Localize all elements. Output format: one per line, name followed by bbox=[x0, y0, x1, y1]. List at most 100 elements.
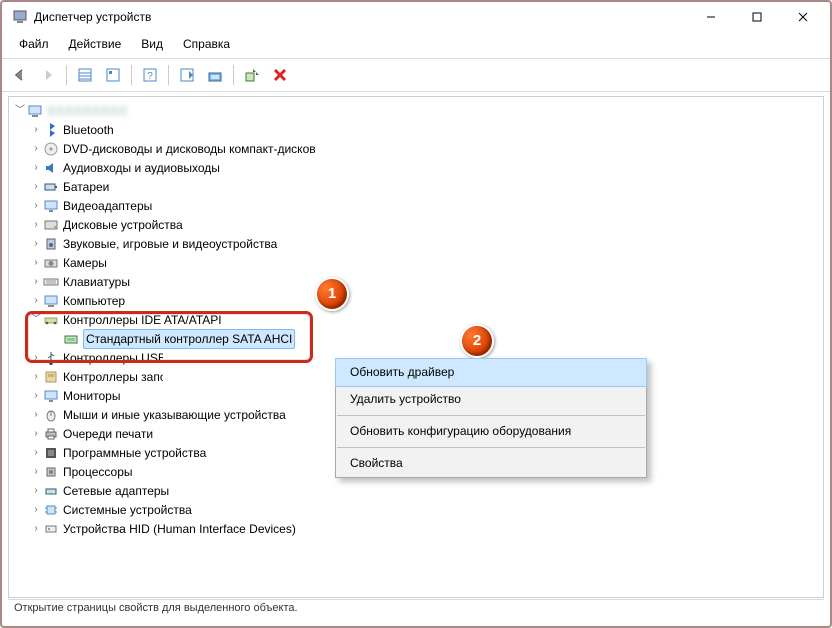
chevron-right-icon[interactable]: › bbox=[29, 444, 43, 462]
tree-item-label: Аудиовходы и аудиовыходы bbox=[63, 159, 220, 177]
tree-item-label: Мониторы bbox=[63, 387, 120, 405]
chevron-right-icon[interactable]: › bbox=[29, 387, 43, 405]
tree-item-label: Устройства HID (Human Interface Devices) bbox=[63, 520, 296, 538]
chevron-right-icon[interactable]: › bbox=[29, 197, 43, 215]
chevron-right-icon[interactable]: › bbox=[29, 520, 43, 538]
disc-icon bbox=[43, 141, 59, 157]
tree-item-label-selected: Стандартный контроллер SATA AHCI bbox=[83, 329, 295, 349]
device-tree[interactable]: ﹀ XXXXXXXXX ›Bluetooth›DVD-дисководы и д… bbox=[9, 97, 823, 542]
tree-item-sata-ahci[interactable]: Стандартный контроллер SATA AHCI bbox=[13, 329, 821, 348]
chevron-right-icon[interactable]: › bbox=[29, 368, 43, 386]
chevron-right-icon[interactable]: › bbox=[29, 501, 43, 519]
tree-item[interactable]: › Устройства HID (Human Interface Devices… bbox=[13, 519, 821, 538]
maximize-button[interactable] bbox=[734, 3, 780, 31]
tree-item-label: Камеры bbox=[63, 254, 107, 272]
battery-icon bbox=[43, 179, 59, 195]
tree-item-label: Мыши и иные указывающие устройства bbox=[63, 406, 286, 424]
monitor-icon bbox=[43, 388, 59, 404]
context-menu-remove-device[interactable]: Удалить устройство bbox=[336, 386, 646, 413]
tree-item-label: Сетевые адаптеры bbox=[63, 482, 169, 500]
tree-root[interactable]: ﹀ XXXXXXXXX bbox=[13, 101, 821, 120]
chevron-right-icon[interactable]: › bbox=[29, 463, 43, 481]
display-icon bbox=[43, 198, 59, 214]
chevron-right-icon[interactable]: › bbox=[29, 178, 43, 196]
chevron-right-icon[interactable]: › bbox=[29, 235, 43, 253]
chevron-right-icon[interactable]: › bbox=[29, 254, 43, 272]
tree-item-label: Программные устройства bbox=[63, 444, 206, 462]
chevron-right-icon[interactable]: › bbox=[29, 121, 43, 139]
tree-item-label: Контроллеры USB bbox=[63, 349, 163, 367]
tree-item[interactable]: ›Системные устройства bbox=[13, 500, 821, 519]
chevron-right-icon[interactable]: › bbox=[29, 406, 43, 424]
device-manager-window: Диспетчер устройств Файл Действие Вид Сп… bbox=[0, 0, 832, 628]
tree-item[interactable]: › Клавиатуры bbox=[13, 272, 821, 291]
window-title: Диспетчер устройств bbox=[34, 10, 151, 24]
tree-item[interactable]: ›Дисковые устройства bbox=[13, 215, 821, 234]
chevron-right-icon[interactable]: › bbox=[29, 140, 43, 158]
titlebar: Диспетчер устройств bbox=[2, 2, 830, 32]
tree-item[interactable]: › Камеры bbox=[13, 253, 821, 272]
tree-item-label: Батареи bbox=[63, 178, 109, 196]
chevron-right-icon[interactable]: › bbox=[29, 425, 43, 443]
tree-item-label: Контроллеры IDE ATA/ATAPI bbox=[63, 311, 222, 329]
usb-icon bbox=[43, 350, 59, 366]
keyboard-icon bbox=[43, 274, 59, 290]
pc-icon bbox=[43, 293, 59, 309]
context-menu-rescan-hardware[interactable]: Обновить конфигурацию оборудования bbox=[336, 418, 646, 445]
hid-icon bbox=[43, 521, 59, 537]
toolbar-enable-icon[interactable] bbox=[240, 63, 264, 87]
menu-file[interactable]: Файл bbox=[10, 34, 58, 54]
toolbar-options-icon[interactable] bbox=[101, 63, 125, 87]
controller-icon bbox=[43, 312, 59, 328]
chevron-right-icon[interactable]: › bbox=[29, 482, 43, 500]
camera-icon bbox=[43, 255, 59, 271]
statusbar-text: Открытие страницы свойств для выделенног… bbox=[14, 602, 298, 614]
audio-icon bbox=[43, 160, 59, 176]
statusbar: Открытие страницы свойств для выделенног… bbox=[8, 599, 824, 622]
tree-item[interactable]: › Сетевые адаптеры bbox=[13, 481, 821, 500]
toolbar-help-icon[interactable]: ? bbox=[138, 63, 162, 87]
tree-item[interactable]: ›Звуковые, игровые и видеоустройства bbox=[13, 234, 821, 253]
menu-view[interactable]: Вид bbox=[132, 34, 172, 54]
net-icon bbox=[43, 483, 59, 499]
tree-item[interactable]: › Батареи bbox=[13, 177, 821, 196]
annotation-badge-2: 2 bbox=[460, 324, 494, 358]
chevron-down-icon[interactable]: ﹀ bbox=[29, 311, 43, 329]
device-tree-panel: ﹀ XXXXXXXXX ›Bluetooth›DVD-дисководы и д… bbox=[8, 96, 824, 598]
storage-icon bbox=[43, 369, 59, 385]
root-label: XXXXXXXXX bbox=[47, 102, 128, 120]
menu-action[interactable]: Действие bbox=[60, 34, 131, 54]
toolbar-refresh-icon[interactable] bbox=[203, 63, 227, 87]
toolbar: ? bbox=[2, 59, 830, 92]
chevron-down-icon[interactable]: ﹀ bbox=[13, 102, 27, 120]
tree-item[interactable]: › Аудиовходы и аудиовыходы bbox=[13, 158, 821, 177]
context-menu-properties[interactable]: Свойства bbox=[336, 450, 646, 477]
tree-item-ide-ata-atapi[interactable]: ﹀ Контроллеры IDE ATA/ATAPI bbox=[13, 310, 821, 329]
printer-icon bbox=[43, 426, 59, 442]
menu-help[interactable]: Справка bbox=[174, 34, 239, 54]
toolbar-uninstall-icon[interactable] bbox=[268, 63, 292, 87]
chevron-right-icon[interactable]: › bbox=[29, 349, 43, 367]
chevron-right-icon[interactable]: › bbox=[29, 273, 43, 291]
chevron-right-icon[interactable]: › bbox=[29, 216, 43, 234]
tree-item-label: Клавиатуры bbox=[63, 273, 130, 291]
nav-forward-button[interactable] bbox=[36, 63, 60, 87]
context-menu: Обновить драйвер Удалить устройство Обно… bbox=[335, 358, 647, 478]
chevron-right-icon[interactable]: › bbox=[29, 292, 43, 310]
mouse-icon bbox=[43, 407, 59, 423]
close-button[interactable] bbox=[780, 3, 826, 31]
menu-separator bbox=[337, 447, 645, 448]
nav-back-button[interactable] bbox=[8, 63, 32, 87]
toolbar-properties-icon[interactable] bbox=[73, 63, 97, 87]
tree-item[interactable]: ›Bluetooth bbox=[13, 120, 821, 139]
tree-item[interactable]: ›Видеоадаптеры bbox=[13, 196, 821, 215]
tree-item[interactable]: › DVD-дисководы и дисководы компакт-диско… bbox=[13, 139, 821, 158]
minimize-button[interactable] bbox=[688, 3, 734, 31]
chevron-right-icon[interactable]: › bbox=[29, 159, 43, 177]
tree-item-label: Процессоры bbox=[63, 463, 133, 481]
context-menu-update-driver[interactable]: Обновить драйвер bbox=[336, 359, 646, 386]
toolbar-scan-icon[interactable] bbox=[175, 63, 199, 87]
tree-item-label: DVD-дисководы и дисководы компакт-дисков bbox=[63, 140, 316, 158]
tree-item[interactable]: ›Компьютер bbox=[13, 291, 821, 310]
controller-icon bbox=[63, 331, 79, 347]
